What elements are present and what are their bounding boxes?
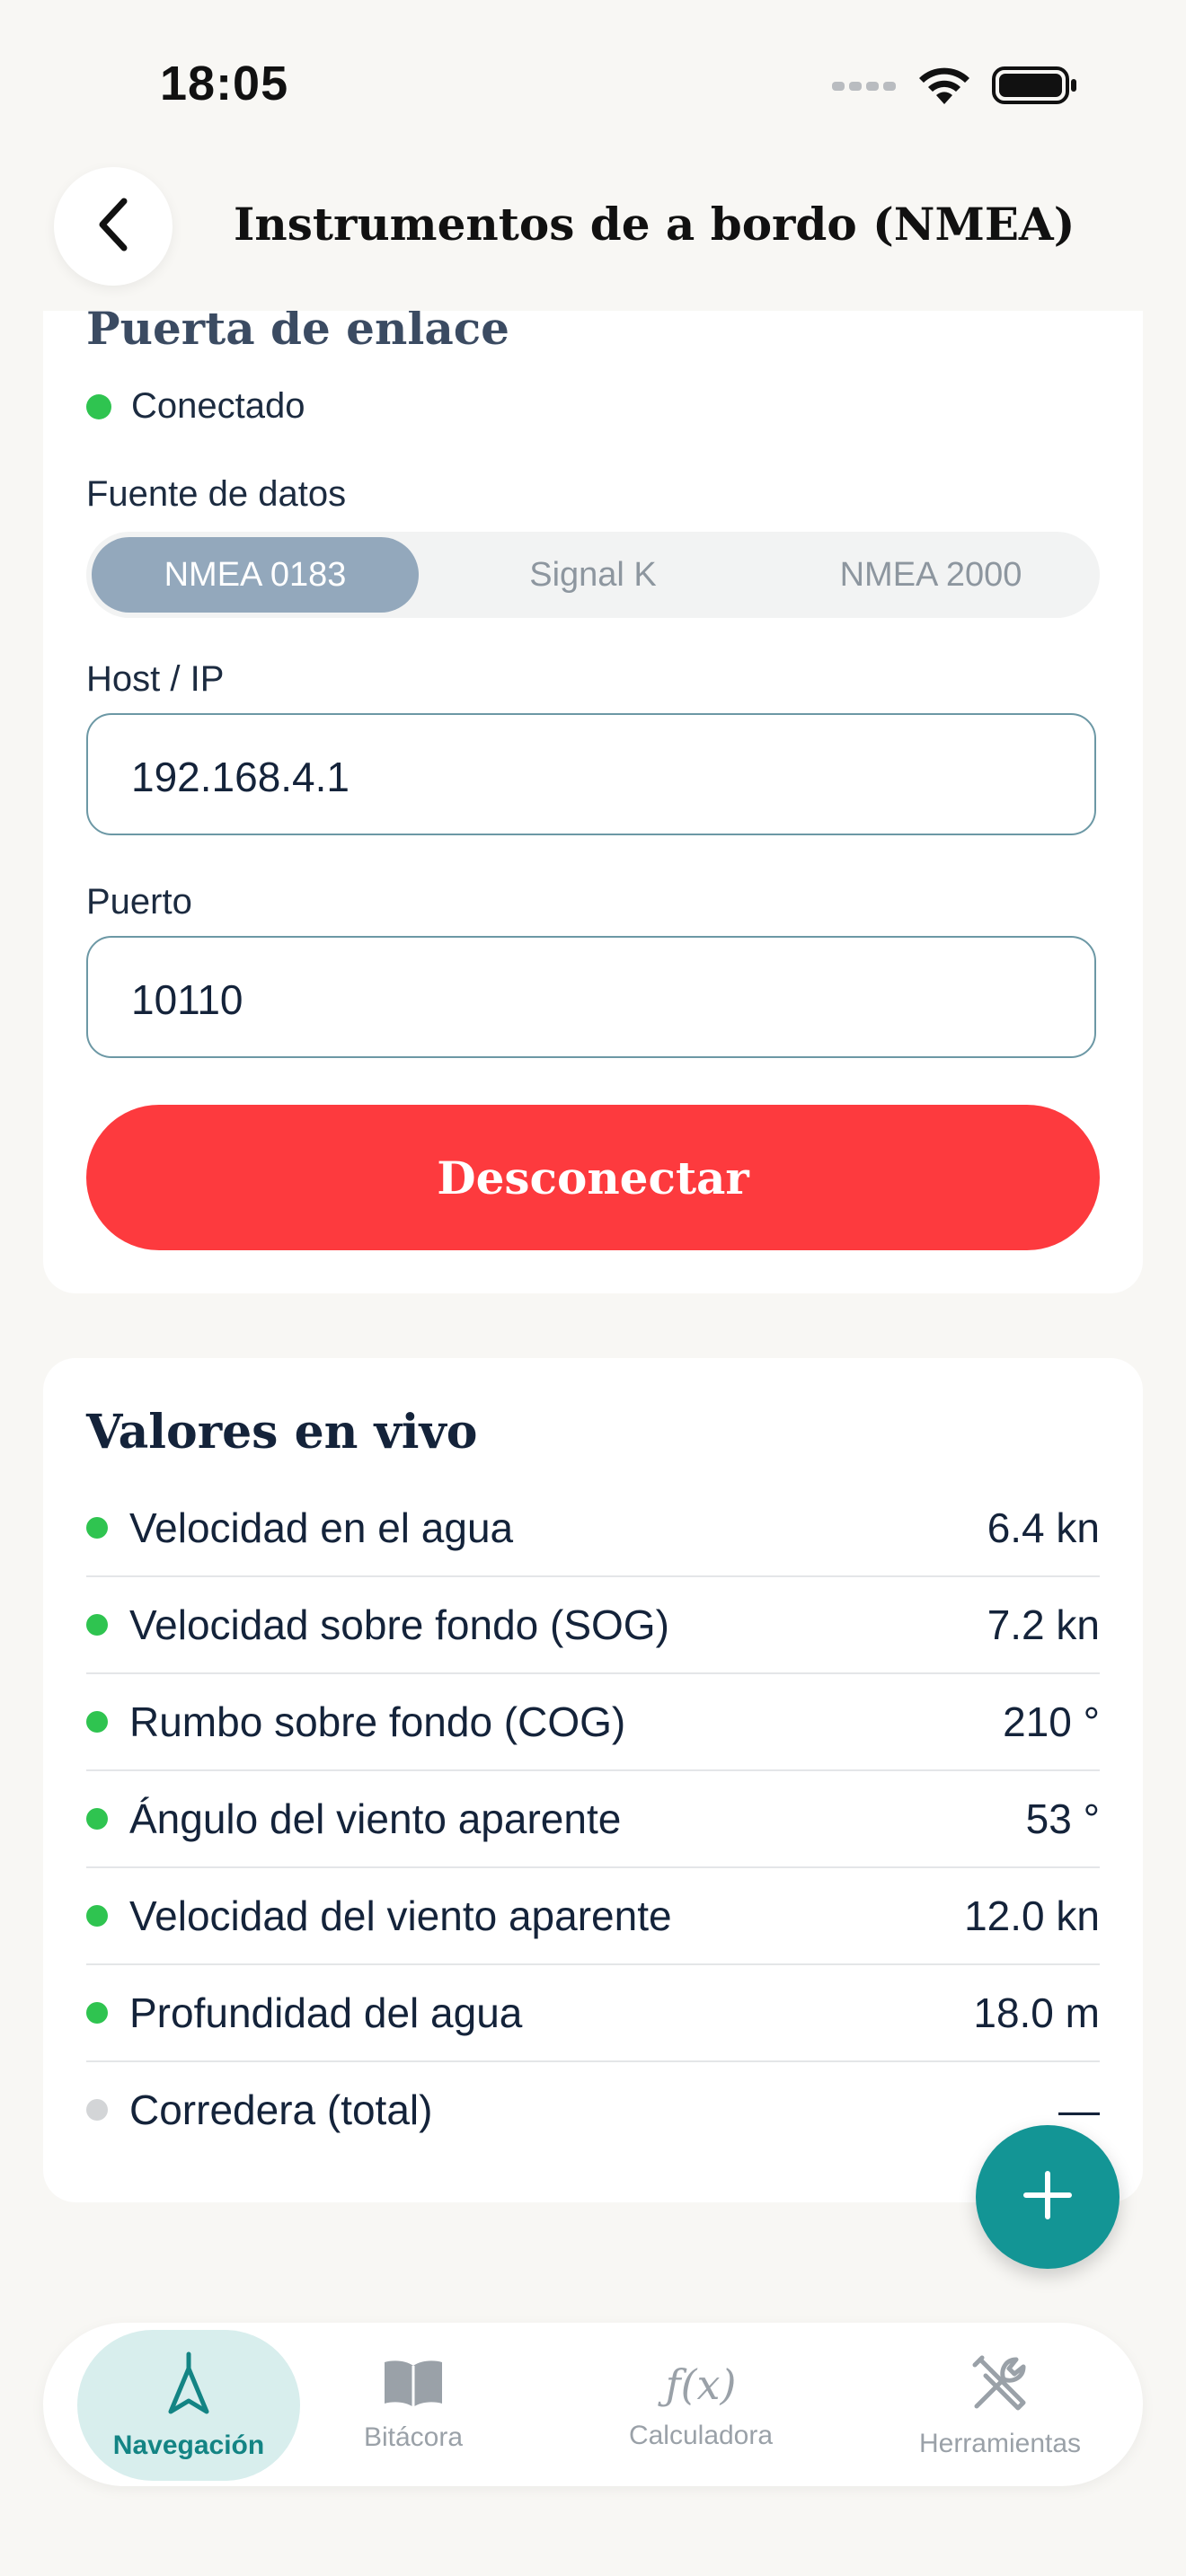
status-icons <box>832 65 1078 110</box>
value-reading: 6.4 kn <box>987 1504 1100 1551</box>
page-title: Instrumentos de a bordo (NMEA) <box>234 198 1075 251</box>
host-input[interactable]: 192.168.4.1 <box>86 713 1096 835</box>
nav-label: Navegación <box>112 2430 265 2460</box>
status-dot <box>86 1905 108 1927</box>
status-dot <box>86 1614 108 1636</box>
source-label: Fuente de datos <box>86 474 347 514</box>
app-header: Instrumentos de a bordo (NMEA) <box>0 153 1186 311</box>
function-icon: ƒ(x) <box>665 2360 737 2409</box>
value-label: Velocidad del viento aparente <box>129 1892 672 1939</box>
connection-status: Conectado <box>86 386 305 427</box>
list-item: Corredera (total) — <box>86 2062 1100 2157</box>
value-label: Corredera (total) <box>129 2086 433 2133</box>
live-values-title: Valores en vivo <box>86 1405 478 1460</box>
disconnect-button[interactable]: Desconectar <box>86 1105 1100 1250</box>
value-label: Velocidad sobre fondo (SOG) <box>129 1601 669 1648</box>
status-dot-inactive <box>86 2099 108 2121</box>
nav-item-herramientas[interactable]: Herramientas <box>906 2323 1094 2486</box>
segment-nmea-2000[interactable]: NMEA 2000 <box>767 537 1094 613</box>
port-input-value: 10110 <box>131 976 243 1023</box>
live-values-list: Velocidad en el agua 6.4 kn Velocidad so… <box>86 1480 1100 2157</box>
value-reading: 53 ° <box>1025 1795 1100 1842</box>
bottom-navigation: Navegación Bitácora ƒ(x) Calculadora Her… <box>43 2323 1143 2486</box>
signal-dots-icon <box>832 78 897 97</box>
gateway-card: Puerta de enlace Conectado Fuente de dat… <box>43 269 1143 1293</box>
value-label: Rumbo sobre fondo (COG) <box>129 1698 626 1745</box>
segment-signal-k[interactable]: Signal K <box>429 537 757 613</box>
nav-label: Calculadora <box>628 2421 774 2450</box>
segment-nmea-0183[interactable]: NMEA 0183 <box>92 537 419 613</box>
nav-label: Bitácora <box>363 2422 464 2452</box>
value-reading: 18.0 m <box>973 1989 1100 2036</box>
list-item: Velocidad sobre fondo (SOG) 7.2 kn <box>86 1577 1100 1674</box>
chevron-left-icon <box>93 196 133 258</box>
tools-icon <box>968 2351 1032 2420</box>
list-item: Profundidad del agua 18.0 m <box>86 1965 1100 2062</box>
port-input[interactable]: 10110 <box>86 936 1096 1058</box>
nav-item-bitacora[interactable]: Bitácora <box>340 2323 487 2486</box>
wifi-icon <box>916 65 972 110</box>
status-dot <box>86 1808 108 1830</box>
status-dot <box>86 2002 108 2024</box>
connection-status-text: Conectado <box>131 386 305 426</box>
host-label: Host / IP <box>86 659 225 699</box>
add-button[interactable] <box>976 2125 1120 2269</box>
nav-item-navegacion[interactable]: Navegación <box>77 2330 300 2481</box>
source-segmented-control: NMEA 0183 Signal K NMEA 2000 <box>86 532 1100 618</box>
live-values-card: Valores en vivo Velocidad en el agua 6.4… <box>43 1358 1143 2202</box>
list-item: Velocidad del viento aparente 12.0 kn <box>86 1868 1100 1965</box>
value-reading: 210 ° <box>1003 1698 1100 1745</box>
value-reading: 7.2 kn <box>987 1601 1100 1648</box>
status-dot <box>86 393 111 419</box>
compass-arrow-icon <box>165 2351 212 2422</box>
list-item: Ángulo del viento aparente 53 ° <box>86 1771 1100 1868</box>
battery-icon <box>992 65 1078 110</box>
value-label: Velocidad en el agua <box>129 1504 514 1551</box>
port-label: Puerto <box>86 882 192 922</box>
status-time: 18:05 <box>160 57 289 110</box>
value-label: Profundidad del agua <box>129 1989 523 2036</box>
back-button[interactable] <box>54 167 173 286</box>
book-icon <box>381 2357 446 2413</box>
value-reading: 12.0 kn <box>964 1892 1100 1939</box>
nav-label: Herramientas <box>918 2428 1082 2458</box>
list-item: Velocidad en el agua 6.4 kn <box>86 1480 1100 1577</box>
status-dot <box>86 1711 108 1733</box>
plus-icon <box>1021 2168 1075 2227</box>
status-dot <box>86 1517 108 1539</box>
host-input-value: 192.168.4.1 <box>131 754 350 800</box>
value-label: Ángulo del viento aparente <box>129 1795 622 1842</box>
list-item: Rumbo sobre fondo (COG) 210 ° <box>86 1674 1100 1771</box>
nav-item-calculadora[interactable]: ƒ(x) Calculadora <box>627 2323 774 2486</box>
